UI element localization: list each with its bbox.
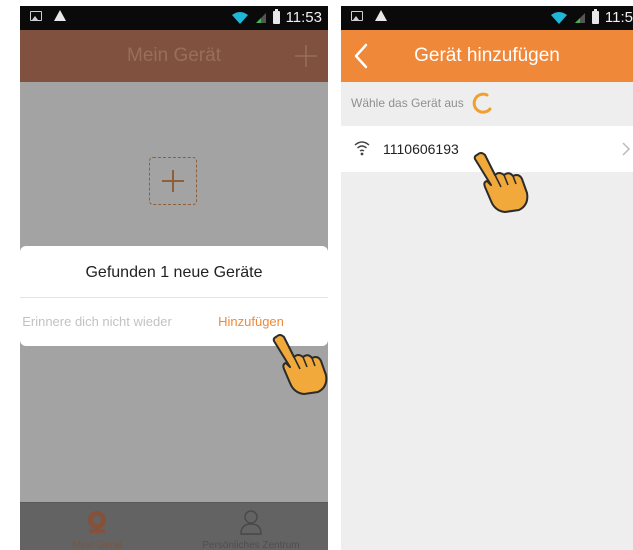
status-bar: 11:5 (341, 6, 633, 30)
right-screen: 11:5 Gerät hinzufügen Wähle das Gerät au… (341, 6, 633, 550)
status-time: 11:5 (604, 9, 633, 26)
loading-spinner-icon (472, 92, 492, 114)
page-title: Gerät hinzufügen (414, 45, 560, 66)
left-screen: 11:53 Mein Gerät Mein Gerät Persönliches… (20, 6, 328, 550)
warning-icon (54, 10, 66, 21)
battery-icon (591, 9, 599, 24)
dialog-message: Gefunden 1 neue Geräte (85, 264, 263, 281)
image-notification-icon (30, 10, 42, 21)
battery-icon (272, 9, 280, 24)
device-id: 1110606193 (383, 141, 459, 157)
warning-icon (375, 10, 387, 21)
wifi-status-icon (231, 11, 248, 24)
hint-text: Wähle das Gerät aus (351, 96, 464, 110)
status-time: 11:53 (285, 9, 322, 26)
select-device-hint: Wähle das Gerät aus (351, 92, 494, 114)
signal-icon (574, 12, 585, 23)
status-bar: 11:53 (20, 6, 328, 30)
app-bar: Gerät hinzufügen (341, 30, 633, 82)
tap-hand-icon (473, 152, 529, 213)
image-notification-icon (351, 10, 363, 21)
tap-hand-icon (272, 334, 328, 395)
wifi-status-icon (550, 11, 567, 24)
wifi-icon (354, 141, 370, 156)
signal-icon (255, 12, 266, 23)
back-button[interactable] (351, 42, 371, 70)
chevron-right-icon (622, 142, 631, 156)
dont-remind-button[interactable]: Erinnere dich nicht wieder (20, 297, 174, 346)
